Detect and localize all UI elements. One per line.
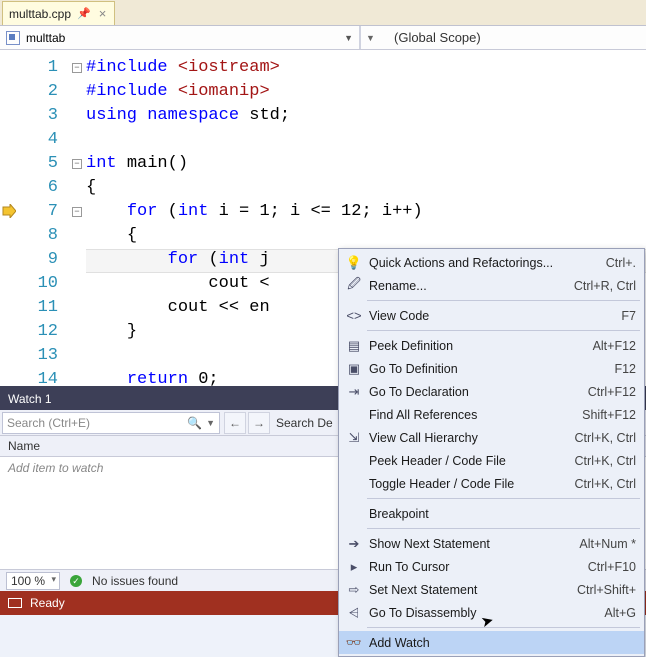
menu-item[interactable]: 👓Add Watch (339, 631, 644, 654)
menu-item-label: Run To Cursor (365, 560, 588, 574)
menu-item-label: Peek Header / Code File (365, 454, 575, 468)
issues-label: No issues found (92, 574, 178, 588)
next-icon: ➔ (343, 536, 365, 552)
watch-empty-text: Add item to watch (8, 461, 103, 475)
menu-separator (367, 528, 640, 529)
search-input[interactable]: Search (Ctrl+E) 🔍 ▼ (2, 412, 220, 434)
gutter[interactable] (0, 50, 22, 386)
set-icon: ⇨ (343, 582, 365, 598)
menu-item-shortcut: Alt+Num * (579, 537, 636, 551)
execution-pointer-icon (2, 204, 16, 218)
close-icon[interactable]: × (97, 6, 109, 21)
tab-filename: multtab.cpp (9, 7, 71, 21)
line-number-gutter: 1234567891011121314 (22, 50, 68, 386)
menu-item-shortcut: Ctrl+F12 (588, 385, 636, 399)
menu-item-shortcut: Ctrl+K, Ctrl (575, 454, 636, 468)
menu-item[interactable]: Peek Header / Code FileCtrl+K, Ctrl (339, 449, 644, 472)
menu-item[interactable]: ➔Show Next StatementAlt+Num * (339, 532, 644, 555)
nav-back-button[interactable]: ← (224, 412, 246, 434)
search-depth-label: Search De (276, 416, 333, 430)
menu-separator (367, 627, 640, 628)
menu-item-shortcut: Ctrl+Shift+ (577, 583, 636, 597)
menu-item[interactable]: Breakpoint (339, 502, 644, 525)
code-lines[interactable]: #include <iostream>#include <iomanip>usi… (86, 50, 646, 386)
hier-icon: ⇲ (343, 430, 365, 446)
run-icon: ▸ (343, 559, 365, 575)
menu-item-label: Find All References (365, 408, 582, 422)
dis-icon: ⩤ (343, 605, 365, 621)
menu-item[interactable]: ⇨Set Next StatementCtrl+Shift+ (339, 578, 644, 601)
menu-item-shortcut: Ctrl+K, Ctrl (575, 431, 636, 445)
chevron-down-icon[interactable]: ▼ (206, 418, 215, 428)
module-name: multtab (26, 31, 65, 45)
chevron-down-icon: ▼ (344, 33, 353, 43)
search-placeholder: Search (Ctrl+E) (7, 416, 90, 430)
menu-item-label: View Call Hierarchy (365, 431, 575, 445)
pin-icon[interactable]: 📌 (77, 7, 91, 20)
menu-item-shortcut: Shift+F12 (582, 408, 636, 422)
code-editor[interactable]: 1234567891011121314 − − − #include <iost… (0, 50, 646, 386)
watch-icon: 👓 (343, 635, 365, 651)
menu-item-shortcut: Ctrl+K, Ctrl (575, 477, 636, 491)
menu-item-label: Toggle Header / Code File (365, 477, 575, 491)
zoom-dropdown[interactable]: 100 % (6, 572, 60, 590)
nav-forward-button[interactable]: → (248, 412, 270, 434)
menu-item-label: Show Next Statement (365, 537, 579, 551)
menu-item-shortcut: Ctrl+F10 (588, 560, 636, 574)
module-dropdown[interactable]: multtab ▼ (0, 26, 360, 49)
module-icon (6, 31, 20, 45)
menu-item[interactable]: ⇲View Call HierarchyCtrl+K, Ctrl (339, 426, 644, 449)
menu-item[interactable]: Toggle Header / Code FileCtrl+K, Ctrl (339, 472, 644, 495)
search-icon[interactable]: 🔍 (187, 416, 202, 430)
menu-item[interactable]: ▸Run To CursorCtrl+F10 (339, 555, 644, 578)
menu-item-label: Go To Declaration (365, 385, 588, 399)
scope-bar: multtab ▼ ▼ (Global Scope) (0, 26, 646, 50)
file-tab[interactable]: multtab.cpp 📌 × (2, 1, 115, 25)
menu-item-label: Breakpoint (365, 507, 636, 521)
chevron-down-icon[interactable]: ▼ (360, 26, 380, 49)
tab-bar: multtab.cpp 📌 × (0, 0, 646, 26)
menu-item-label: Set Next Statement (365, 583, 577, 597)
scope-label[interactable]: (Global Scope) (380, 30, 481, 45)
status-ok-icon: ✓ (70, 575, 82, 587)
window-icon (8, 598, 22, 608)
fold-gutter[interactable]: − − − (68, 50, 86, 386)
menu-item-shortcut: Alt+G (604, 606, 636, 620)
menu-separator (367, 498, 640, 499)
ready-label: Ready (30, 596, 65, 610)
menu-item[interactable]: Find All ReferencesShift+F12 (339, 403, 644, 426)
menu-item-label: Add Watch (365, 636, 636, 650)
